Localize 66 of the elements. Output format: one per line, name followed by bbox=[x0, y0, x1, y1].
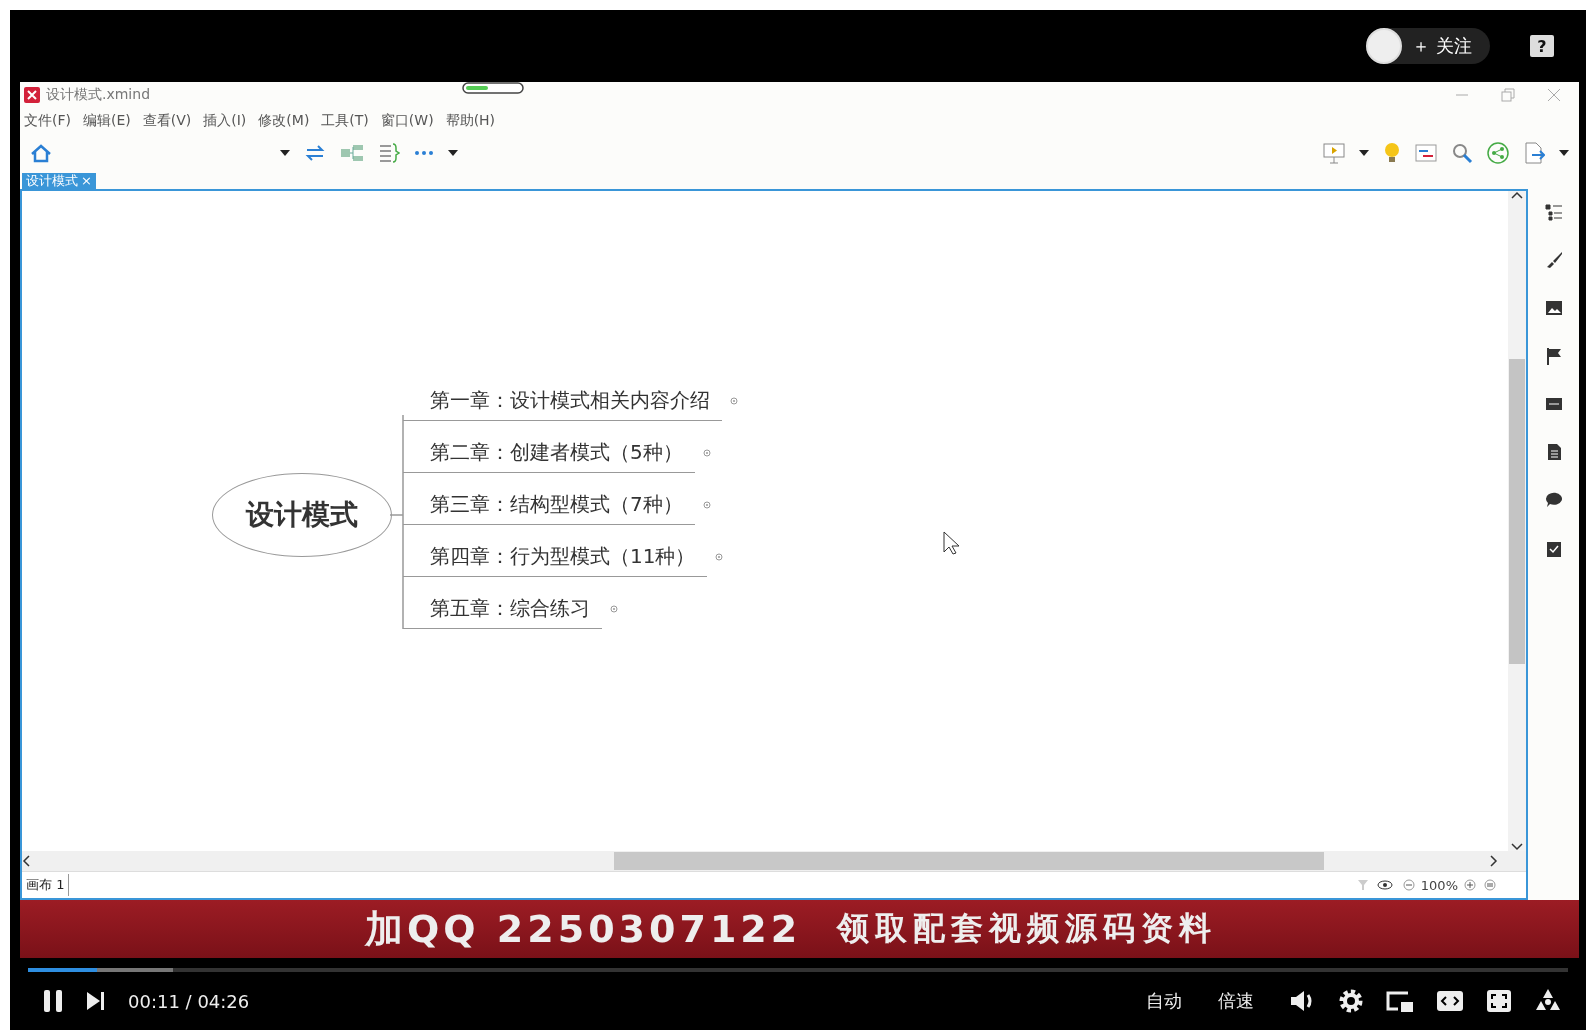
comment-icon[interactable] bbox=[1544, 491, 1563, 509]
eye-icon[interactable] bbox=[1376, 880, 1393, 890]
collapse-dot-icon[interactable] bbox=[730, 397, 738, 405]
sheet-tab[interactable]: 画布 1 bbox=[22, 874, 70, 896]
search-icon[interactable] bbox=[1451, 142, 1473, 164]
banner-text: 领取配套视频源码资料 bbox=[837, 908, 1218, 949]
time-display: 00:11 / 04:26 bbox=[128, 990, 250, 1012]
picture-in-picture-icon[interactable] bbox=[1386, 989, 1414, 1013]
export-icon[interactable] bbox=[1523, 142, 1545, 164]
quality-button[interactable]: 自动 bbox=[1146, 989, 1182, 1013]
progress-bar[interactable] bbox=[28, 968, 1568, 972]
scroll-left-icon[interactable] bbox=[22, 855, 30, 867]
widescreen-icon[interactable] bbox=[1436, 990, 1464, 1012]
label-icon[interactable] bbox=[1544, 395, 1563, 413]
list-brace-icon[interactable] bbox=[378, 142, 400, 164]
collapse-dot-icon[interactable] bbox=[702, 501, 711, 509]
avatar bbox=[1366, 28, 1403, 64]
caret-icon[interactable] bbox=[1359, 150, 1369, 156]
share-icon[interactable] bbox=[1487, 142, 1509, 164]
flag-icon[interactable] bbox=[1544, 347, 1563, 365]
gantt-icon[interactable] bbox=[1415, 143, 1437, 163]
menu-item[interactable]: 文件(F) bbox=[24, 111, 71, 130]
horizontal-scrollbar[interactable] bbox=[614, 852, 1324, 870]
topic-node[interactable]: 第四章：行为型模式（11种） bbox=[403, 537, 708, 577]
caret-icon[interactable] bbox=[448, 150, 458, 156]
swap-arrows-icon[interactable] bbox=[304, 143, 326, 163]
collapse-dot-icon[interactable] bbox=[610, 605, 618, 613]
progress-pill-icon[interactable] bbox=[462, 82, 524, 94]
pause-icon[interactable] bbox=[42, 989, 64, 1013]
vertical-scrollbar[interactable] bbox=[1509, 359, 1525, 664]
menu-item[interactable]: 插入(I) bbox=[203, 111, 247, 130]
image-icon[interactable] bbox=[1544, 299, 1563, 317]
settings-icon[interactable] bbox=[1338, 988, 1364, 1014]
speed-button[interactable]: 倍速 bbox=[1218, 989, 1254, 1013]
home-icon[interactable] bbox=[30, 143, 52, 163]
more-icon[interactable] bbox=[414, 150, 434, 156]
clipboard-icon[interactable] bbox=[1544, 539, 1563, 557]
help-button[interactable]: ? bbox=[1530, 35, 1554, 57]
topic-node[interactable]: 第一章：设计模式相关内容介绍 bbox=[403, 381, 722, 421]
menu-item[interactable]: 编辑(E) bbox=[83, 111, 131, 130]
scroll-up-icon[interactable] bbox=[1511, 191, 1523, 199]
banner-text: 加QQ 2250307122 bbox=[365, 905, 802, 953]
collapse-dot-icon[interactable] bbox=[702, 449, 711, 457]
zoom-in-icon[interactable] bbox=[1464, 879, 1476, 891]
fullscreen-icon[interactable] bbox=[1486, 989, 1512, 1013]
menu-item[interactable]: 工具(T) bbox=[321, 111, 369, 130]
menu-item[interactable]: 修改(M) bbox=[258, 111, 310, 130]
menu-item[interactable]: 查看(V) bbox=[142, 111, 192, 130]
app-logo-icon[interactable] bbox=[24, 87, 40, 103]
topic-node[interactable]: 第五章：综合练习 bbox=[403, 589, 602, 629]
caret-icon[interactable] bbox=[280, 150, 290, 156]
zoom-level: 100% bbox=[1420, 877, 1458, 893]
topic-node[interactable]: 第三章：结构型模式（7种） bbox=[403, 485, 695, 525]
collapse-dot-icon[interactable] bbox=[715, 553, 724, 561]
scroll-right-icon[interactable] bbox=[1490, 855, 1498, 867]
scroll-down-icon[interactable] bbox=[1511, 843, 1523, 851]
outline-icon[interactable] bbox=[1544, 203, 1563, 221]
menu-item[interactable]: 帮助(H) bbox=[445, 111, 496, 130]
next-icon[interactable] bbox=[86, 991, 106, 1011]
lightbulb-icon[interactable] bbox=[1383, 142, 1401, 164]
window-title: 设计模式.xmind bbox=[46, 86, 151, 104]
follow-button[interactable]: ＋ 关注 bbox=[1366, 28, 1490, 64]
caret-icon[interactable] bbox=[1559, 150, 1569, 156]
topic-node[interactable]: 第二章：创建者模式（5种） bbox=[403, 433, 695, 473]
pointer-icon[interactable] bbox=[943, 531, 959, 555]
menu-item[interactable]: 窗口(W) bbox=[380, 111, 434, 130]
